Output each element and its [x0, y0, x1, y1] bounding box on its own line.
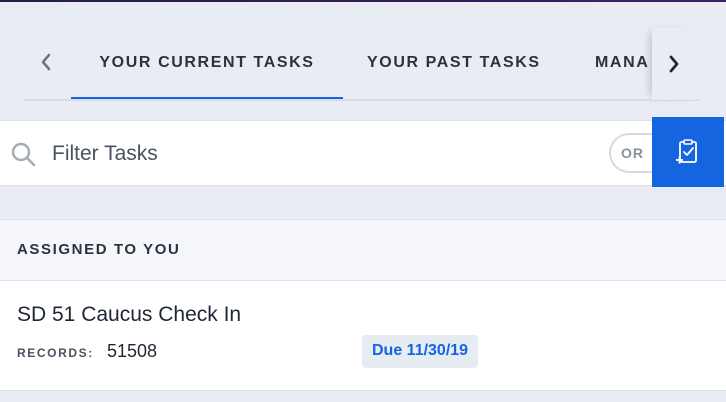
assigned-to-you-section: ASSIGNED TO YOU SD 51 Caucus Check In RE…: [0, 219, 726, 391]
clipboard-add-icon: [676, 139, 697, 164]
due-date-badge: Due 11/30/19: [362, 335, 479, 368]
tab-manage[interactable]: MANA: [595, 42, 652, 100]
search-icon: [11, 142, 36, 167]
tab-your-past-tasks[interactable]: YOUR PAST TASKS: [367, 42, 541, 100]
tab-scroll-right-button[interactable]: [652, 28, 696, 100]
tab-label: YOUR CURRENT TASKS: [99, 54, 315, 71]
tab-scroll-left-button[interactable]: [34, 50, 58, 74]
chevron-left-icon: [41, 53, 51, 71]
tab-bar: YOUR CURRENT TASKS YOUR PAST TASKS MANA: [0, 2, 726, 101]
section-header: ASSIGNED TO YOU: [0, 220, 726, 281]
filter-bar: OR: [0, 120, 726, 186]
or-label: OR: [621, 145, 644, 161]
filter-tasks-input[interactable]: [52, 135, 592, 173]
records-label: RECORDS:: [17, 346, 94, 360]
task-title: SD 51 Caucus Check In: [17, 303, 242, 326]
tab-your-current-tasks[interactable]: YOUR CURRENT TASKS: [71, 42, 343, 101]
tabs-divider: [24, 99, 700, 101]
task-item[interactable]: SD 51 Caucus Check In RECORDS: 51508 Due…: [0, 281, 726, 391]
chevron-right-icon: [669, 55, 679, 73]
tab-label: MANA: [595, 54, 650, 71]
new-task-button[interactable]: [652, 117, 724, 187]
tab-label: YOUR PAST TASKS: [367, 54, 541, 71]
records-value: 51508: [107, 341, 158, 361]
